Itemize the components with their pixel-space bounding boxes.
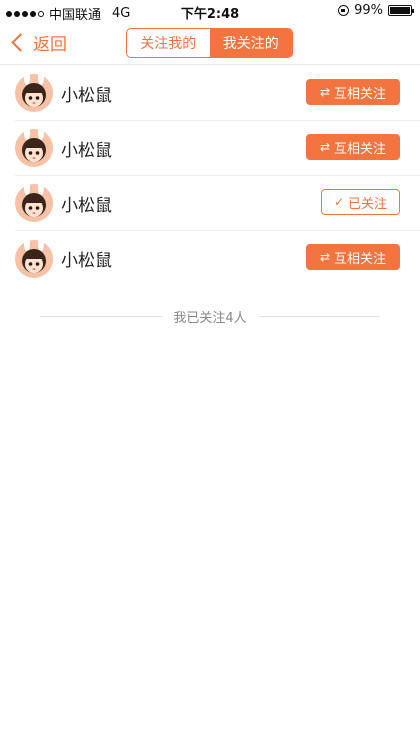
swap-arrows-icon: ⇄ xyxy=(319,140,331,154)
following-count-note: 我已关注4人 xyxy=(40,306,380,326)
swap-arrows-icon: ⇄ xyxy=(319,250,331,264)
button-label: 互相关注 xyxy=(334,86,387,102)
mutual-follow-button[interactable]: ⇄ 互相关注 xyxy=(306,79,400,105)
battery-icon xyxy=(388,5,414,16)
avatar xyxy=(15,129,53,167)
divider-left xyxy=(40,315,163,317)
user-name: 小松鼠 xyxy=(61,85,112,106)
tab-following[interactable]: 我关注的 xyxy=(209,29,292,57)
back-label: 返回 xyxy=(33,35,67,55)
avatar xyxy=(15,239,53,278)
user-name: 小松鼠 xyxy=(61,195,112,216)
list-item[interactable]: 小松鼠 ⇄ 互相关注 xyxy=(15,231,420,286)
status-right: 99% xyxy=(338,3,414,18)
segmented-control: 关注我的 我关注的 xyxy=(126,28,293,58)
user-name: 小松鼠 xyxy=(61,140,112,161)
button-label: 已关注 xyxy=(348,196,388,212)
back-button[interactable]: 返回 xyxy=(10,30,67,55)
avatar xyxy=(15,74,53,112)
nav-bar: 返回 关注我的 我关注的 xyxy=(0,22,420,65)
followed-button[interactable]: ✓ 已关注 xyxy=(321,189,400,215)
swap-arrows-icon: ⇄ xyxy=(319,85,331,99)
tab-followers[interactable]: 关注我的 xyxy=(127,29,210,57)
button-label: 互相关注 xyxy=(334,251,387,267)
list-item[interactable]: 小松鼠 ⇄ 互相关注 xyxy=(15,66,420,121)
rotation-lock-icon xyxy=(338,5,350,16)
user-name: 小松鼠 xyxy=(61,251,112,271)
battery-percent: 99% xyxy=(354,3,383,18)
mutual-follow-button[interactable]: ⇄ 互相关注 xyxy=(306,134,400,160)
list-item[interactable]: 小松鼠 ✓ 已关注 xyxy=(15,176,420,231)
status-bar: 中国联通 4G 下午2:48 99% xyxy=(0,0,420,23)
mutual-follow-button[interactable]: ⇄ 互相关注 xyxy=(306,244,400,270)
following-count-text: 我已关注4人 xyxy=(173,310,247,326)
chevron-left-icon xyxy=(11,33,30,52)
following-list: 小松鼠 ⇄ 互相关注 小松鼠 ⇄ 互相关注 小松鼠 ✓ 已关注 小松鼠 ⇄ 互相… xyxy=(0,66,420,286)
avatar xyxy=(15,184,53,222)
list-item[interactable]: 小松鼠 ⇄ 互相关注 xyxy=(15,121,420,176)
button-label: 互相关注 xyxy=(334,141,387,157)
check-icon: ✓ xyxy=(333,195,345,209)
divider-right xyxy=(257,315,380,317)
